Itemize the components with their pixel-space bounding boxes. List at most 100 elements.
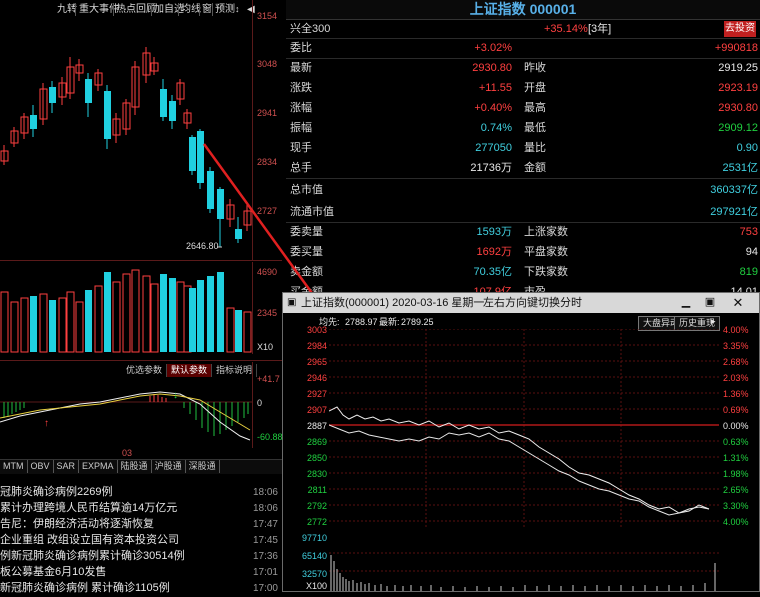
news-headline: 累计办理跨境人民币结算逾14万亿元: [0, 502, 178, 514]
macd-chart: ↑ ↓: [0, 390, 252, 441]
tab-obv[interactable]: OBV: [28, 460, 54, 473]
price-tick: 2927: [306, 389, 327, 399]
volume-tick: 32570: [301, 569, 327, 579]
collapse-icon[interactable]: ▸: [711, 316, 716, 327]
news-headline: 例新冠肺炎确诊病例累计确诊30514例: [0, 550, 185, 562]
price-tick: 2834: [257, 157, 278, 167]
intraday-volume-axis: 97710 65140 32570 X100: [283, 529, 329, 591]
tab-optimal-params[interactable]: 优选参数: [122, 364, 168, 377]
quote-row: 涨跌 +11.55 开盘 2923.19: [286, 78, 760, 98]
volume-unit: X100: [305, 581, 327, 591]
toolbar-divider: [212, 3, 213, 16]
intraday-price-axis: 3003 2984 2965 2946 2927 2907 2887 2869 …: [283, 323, 329, 527]
value-buy-volume: 1692万: [476, 246, 512, 258]
quote-panel: 上证指数 000001 兴全300 +35.14% [3年] 去投资 委比 +3…: [286, 0, 760, 300]
toolbar-hot-review[interactable]: 热点回顾: [116, 2, 156, 17]
tab-expma[interactable]: EXPMA: [79, 460, 118, 473]
quote-row: 最新 2930.80 昨收 2919.25: [286, 58, 760, 78]
fund-name[interactable]: 兴全300: [290, 19, 330, 39]
tab-sar[interactable]: SAR: [54, 460, 80, 473]
volume-tick: 97710: [301, 533, 327, 543]
value-prev-close: 2919.25: [718, 62, 758, 74]
volume-tick: 2345: [257, 308, 278, 318]
toolbar-jiuzhuan[interactable]: 九转: [57, 2, 77, 17]
value-amplitude: 0.74%: [480, 122, 512, 134]
tab-indicator-help[interactable]: 指标说明: [212, 364, 258, 377]
news-item[interactable]: 新冠肺炎确诊病例 累计确诊1105例 17:00: [0, 580, 282, 597]
value-advancers: 753: [739, 226, 758, 238]
price-tick: 2965: [306, 357, 327, 367]
indicator-tabs: MTM OBV SAR EXPMA 陆股通 沪股通 深股通: [0, 459, 282, 474]
weicha-value: +990818: [714, 42, 758, 54]
pct-tick: 0.00%: [723, 421, 749, 431]
tab-lugutong[interactable]: 陆股通: [118, 460, 152, 473]
label-amplitude: 振幅: [290, 122, 312, 134]
pin-icon[interactable]: ↕: [235, 2, 240, 17]
value-high: 2930.80: [718, 102, 758, 114]
toolbar-ma[interactable]: 均线: [181, 2, 201, 17]
pct-tick: 0.69%: [723, 405, 749, 415]
tab-mtm[interactable]: MTM: [0, 460, 28, 473]
maximize-button[interactable]: ▣: [699, 294, 721, 311]
news-headline: 企业重组 改组设立国有资本投资公司: [0, 534, 180, 546]
label-open: 开盘: [524, 82, 546, 94]
intraday-volume-chart: [329, 552, 719, 591]
candles: [0, 47, 252, 247]
sell-arrow-icon: ↓: [173, 390, 178, 401]
intraday-price-chart: [329, 329, 719, 529]
toolbar-divider: [178, 3, 179, 16]
volume-axis: 4690 2345 X10: [252, 262, 283, 354]
news-item[interactable]: 冠肺炎确诊病例2269例 18:06: [0, 484, 282, 501]
value-current-volume: 277050: [475, 142, 512, 154]
price-tick: 2811: [307, 485, 327, 495]
label-float-mcap: 流通市值: [290, 206, 334, 218]
toolbar-forecast[interactable]: 预测: [215, 2, 235, 17]
quote-row: 现手 277050 量比 0.90: [286, 138, 760, 158]
popup-hint: 左右方向键切换分时: [483, 297, 582, 309]
value-change: +11.55: [478, 82, 512, 94]
volume-chart: [0, 269, 252, 353]
low-price-label: 2646.80: [186, 241, 219, 251]
fund-period: [3年]: [588, 23, 612, 35]
close-button[interactable]: ✕: [727, 294, 749, 311]
toolbar-divider: [151, 3, 152, 16]
minimize-button[interactable]: ▁: [675, 294, 697, 311]
label-total-volume: 总手: [290, 162, 312, 174]
pct-tick: 1.36%: [723, 389, 749, 399]
invest-button[interactable]: 去投资: [724, 21, 756, 37]
toolbar-divider: [199, 3, 200, 16]
price-tick: 2869: [306, 437, 327, 447]
label-latest: 最新: [290, 62, 312, 74]
quote-row: 振幅 0.74% 最低 2909.12: [286, 118, 760, 138]
news-time: 18:06: [252, 503, 278, 514]
label-total-mcap: 总市值: [290, 184, 323, 196]
order-row: 委卖量 1593万 上涨家数 753: [286, 222, 760, 242]
price-tick: 3048: [257, 59, 278, 69]
news-item[interactable]: 企业重组 改组设立国有资本投资公司 17:45: [0, 532, 282, 549]
popup-title: 上证指数(000001) 2020-03-16 星期一: [301, 297, 485, 309]
tab-default-params[interactable]: 默认参数: [167, 364, 213, 377]
toolbar-add-watchlist[interactable]: 加自选: [154, 2, 184, 17]
popup-titlebar[interactable]: ▣ 上证指数(000001) 2020-03-16 星期一 左右方向键切换分时 …: [283, 293, 759, 313]
toolbar-window[interactable]: 窗: [202, 2, 212, 17]
label-high: 最高: [524, 102, 546, 114]
value-low: 2909.12: [718, 122, 758, 134]
label-buy-volume: 委买量: [290, 246, 323, 258]
news-item[interactable]: 告尼：伊朗经济活动将逐渐恢复 17:47: [0, 516, 282, 533]
indicator-tick: 0: [257, 398, 263, 408]
label-pct-change: 涨幅: [290, 102, 312, 114]
value-unchanged: 94: [745, 246, 758, 258]
last-label: 最新:: [379, 317, 400, 327]
value-pct-change: +0.40%: [474, 102, 512, 114]
fund-promo-row: 兴全300 +35.14% [3年]: [286, 19, 760, 39]
pct-tick: 2.65%: [723, 485, 749, 495]
divider: [0, 260, 282, 261]
news-item[interactable]: 例新冠肺炎确诊病例累计确诊30514例 17:36: [0, 548, 282, 565]
news-item[interactable]: 累计办理跨境人民币结算逾14万亿元 18:06: [0, 500, 282, 517]
news-item[interactable]: 板公募基金6月10发售 17:01: [0, 564, 282, 581]
tab-hugutong[interactable]: 沪股通: [152, 460, 186, 473]
tab-shengutong[interactable]: 深股通: [186, 460, 220, 473]
quote-title: 上证指数 000001: [286, 0, 760, 20]
price-tick: 2907: [306, 405, 327, 415]
quote-row: 涨幅 +0.40% 最高 2930.80: [286, 98, 760, 118]
